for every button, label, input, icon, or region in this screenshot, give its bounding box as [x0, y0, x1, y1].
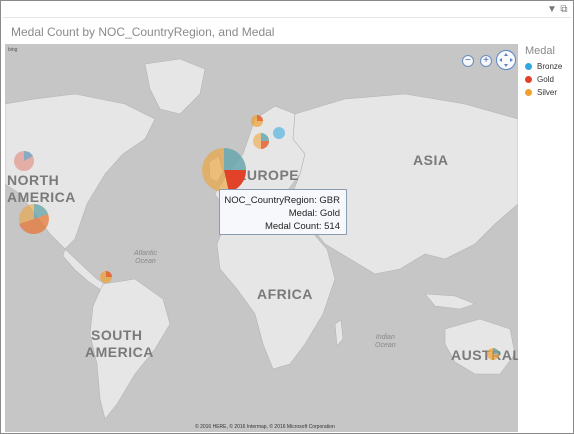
pie-gbr[interactable] — [202, 148, 247, 192]
tooltip-value: 514 — [324, 221, 340, 232]
pie-australia[interactable] — [487, 348, 499, 360]
tooltip-row-medal: Medal: Gold — [288, 208, 340, 219]
legend-item-bronze[interactable]: Bronze — [525, 60, 571, 73]
bronze-swatch — [525, 63, 532, 70]
filter-icon[interactable]: ▼ — [547, 5, 557, 15]
tooltip-row-count: Medal Count: 514 — [264, 221, 340, 232]
pan-icon[interactable] — [496, 50, 516, 70]
zoom-out-button[interactable]: − — [462, 55, 474, 67]
map-copyright: © 2016 HERE, © 2016 Intermap, © 2016 Mic… — [195, 424, 335, 430]
pie-finland[interactable] — [273, 127, 285, 139]
pie-canada[interactable] — [14, 150, 34, 171]
pie-sweden[interactable] — [251, 115, 263, 127]
map-visual[interactable]: ▼ ⧉ Medal Count by NOC_CountryRegion, an… — [0, 0, 574, 434]
legend-item-gold[interactable]: Gold — [525, 73, 571, 86]
legend: Medal Bronze Gold Silver — [525, 45, 571, 99]
legend-label: Silver — [537, 88, 558, 97]
tooltip-key: Medal — [288, 208, 315, 219]
tooltip-key: NOC_CountryRegion — [224, 195, 315, 206]
map-canvas[interactable]: bing NORTH AMERICA EUROPE ASIA AFRICA SO… — [5, 44, 518, 432]
legend-label: Gold — [537, 75, 554, 84]
tooltip-key: Medal Count — [264, 221, 319, 232]
legend-title: Medal — [525, 45, 555, 57]
visual-header: ▼ ⧉ — [3, 3, 571, 18]
tooltip-value: Gold — [319, 208, 340, 219]
legend-item-silver[interactable]: Silver — [525, 86, 571, 99]
tooltip-value: GBR — [319, 195, 340, 206]
visual-title: Medal Count by NOC_CountryRegion, and Me… — [11, 25, 275, 39]
pie-markers — [14, 115, 499, 360]
focus-mode-icon[interactable]: ⧉ — [559, 5, 569, 15]
pie-venezuela[interactable] — [100, 271, 112, 283]
silver-swatch — [525, 89, 532, 96]
pie-germany[interactable] — [253, 133, 269, 149]
legend-label: Bronze — [537, 62, 563, 71]
gold-swatch — [525, 76, 532, 83]
data-tooltip: NOC_CountryRegion: GBR Medal: Gold Medal… — [219, 189, 347, 235]
pie-usa[interactable] — [19, 204, 49, 235]
tooltip-row-country: NOC_CountryRegion: GBR — [224, 195, 340, 206]
zoom-in-button[interactable]: + — [480, 55, 492, 67]
